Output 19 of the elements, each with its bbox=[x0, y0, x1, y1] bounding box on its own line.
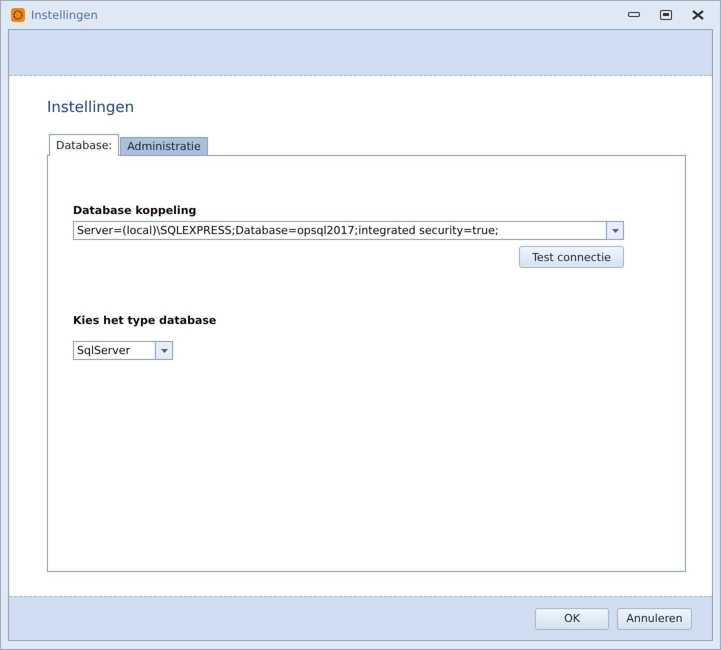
field-label: Kies het type database bbox=[73, 314, 218, 327]
connection-combo[interactable]: Server=(local)\SQLEXPRESS;Database=opsql2017;integrated security=true; bbox=[73, 221, 624, 240]
app-icon bbox=[11, 8, 25, 22]
maximize-button[interactable] bbox=[658, 8, 674, 22]
field-label: Database koppeling bbox=[73, 204, 198, 217]
caret-icon bbox=[160, 348, 168, 352]
tab[interactable]: Administratie bbox=[120, 137, 208, 156]
cancel-button[interactable]: Annuleren bbox=[617, 608, 692, 630]
close-icon bbox=[692, 10, 704, 20]
window-title: Instellingen bbox=[31, 8, 98, 22]
maximize-icon bbox=[660, 10, 672, 20]
ok-button[interactable]: OK bbox=[535, 608, 609, 630]
tab[interactable]: Database: bbox=[49, 134, 120, 156]
caret-icon bbox=[612, 228, 618, 232]
test-connection-button[interactable]: Test connectie bbox=[519, 246, 624, 268]
close-button[interactable] bbox=[690, 8, 706, 22]
page-heading: Instellingen bbox=[47, 98, 136, 116]
database-type-combo[interactable]: SqlServer bbox=[73, 341, 173, 360]
minimize-icon bbox=[628, 12, 640, 18]
